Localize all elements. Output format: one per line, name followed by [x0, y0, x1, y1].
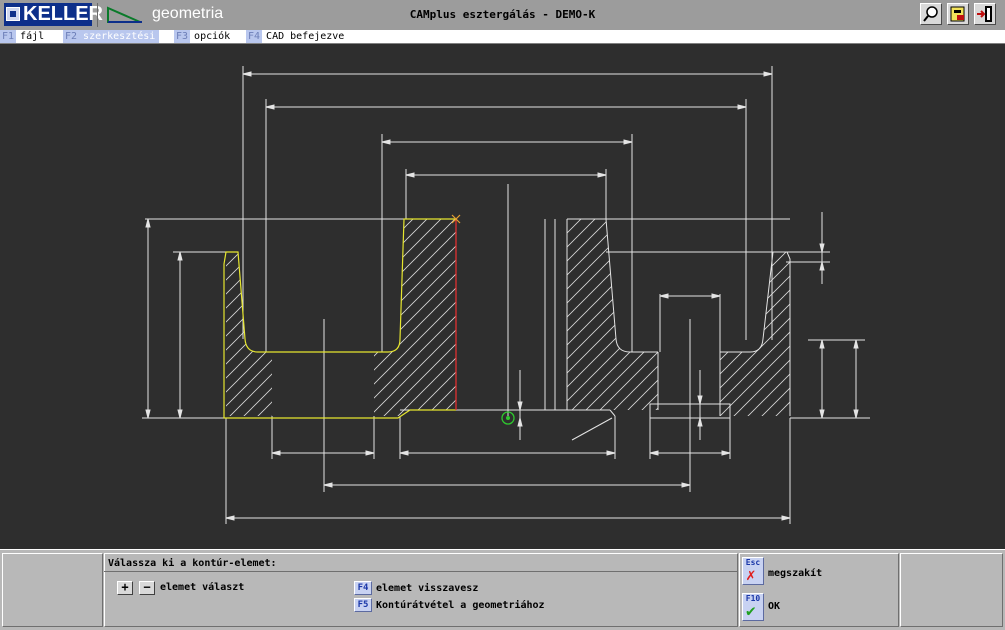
part-outline	[142, 66, 870, 524]
prompt-divider	[104, 571, 738, 572]
menu-cad-done-key: F4	[246, 30, 263, 43]
dimension-lines	[145, 71, 859, 521]
menu-edit-label: szerkesztési	[79, 30, 160, 43]
cancel-label: megszakít	[768, 568, 823, 579]
ok-check-icon: ✔	[746, 601, 756, 620]
prompt-text: Válassza ki a kontúr-elemet:	[108, 558, 277, 569]
undo-element-label: elemet visszavesz	[376, 583, 479, 594]
right-panel	[900, 553, 1003, 627]
command-panel: Válassza ki a kontúr-elemet: + − elemet …	[0, 549, 1005, 630]
select-element-label: elemet választ	[160, 582, 245, 593]
menu-file-label: fájl	[20, 31, 45, 42]
cancel-icon: ✗	[746, 565, 756, 584]
ok-label: OK	[768, 601, 781, 612]
menu-bar: F1 fájl F2 szerkesztési F3 opciók F4 CAD bef…	[0, 30, 1005, 44]
contour-transfer-label: Kontúrátvétel a geometriához	[376, 600, 545, 611]
menu-file-key: F1	[0, 30, 17, 43]
cancel-button[interactable]: Esc ✗	[742, 557, 764, 585]
window-title: CAMplus esztergálás - DEMO-K	[409, 8, 596, 21]
edit-tool-icon	[950, 6, 965, 22]
edit-tool-button[interactable]	[947, 3, 969, 25]
menu-cad-done-label: CAD befejezve	[266, 31, 345, 42]
menu-edit-key: F2	[63, 30, 80, 43]
exit-button[interactable]	[974, 3, 996, 25]
menu-cad-done[interactable]: F4 CAD befejezve	[246, 30, 348, 43]
menu-edit[interactable]: F2 szerkesztési	[63, 30, 160, 43]
menu-options[interactable]: F3 opciók	[174, 30, 234, 43]
minus-button[interactable]: −	[139, 581, 155, 595]
zoom-button[interactable]	[920, 3, 942, 25]
ok-button[interactable]: F10 ✔	[742, 593, 764, 621]
f5-button[interactable]: F5	[354, 598, 372, 612]
part-drawing[interactable]	[0, 44, 1005, 549]
plus-button[interactable]: +	[117, 581, 133, 595]
left-panel	[2, 553, 103, 627]
menu-options-label: opciók	[194, 31, 231, 42]
zoom-icon	[923, 6, 938, 22]
cad-canvas[interactable]	[0, 44, 1005, 549]
menu-options-key: F3	[174, 30, 191, 43]
f4-button[interactable]: F4	[354, 581, 372, 595]
menu-file[interactable]: F1 fájl	[0, 30, 48, 43]
exit-icon	[977, 6, 992, 22]
title-bar: KELLER geometria CAMplus esztergálás - D…	[0, 0, 1005, 30]
